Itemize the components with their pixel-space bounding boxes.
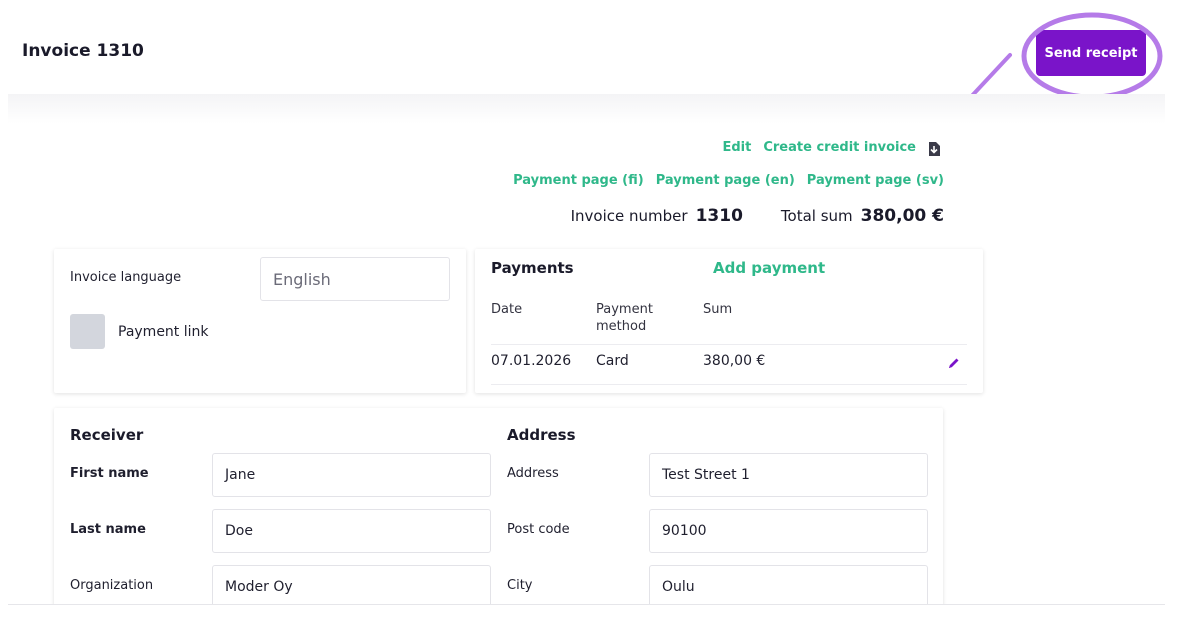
address-field[interactable]: Test Street 1 xyxy=(649,453,928,497)
edit-link[interactable]: Edit xyxy=(723,140,752,155)
payment-page-en-link[interactable]: Payment page (en) xyxy=(656,173,795,188)
column-header-payment-method: Payment method xyxy=(596,302,653,334)
payment-page-sv-link[interactable]: Payment page (sv) xyxy=(807,173,944,188)
organization-field[interactable]: Moder Oy xyxy=(212,565,491,604)
add-payment-link[interactable]: Add payment xyxy=(713,259,825,277)
invoice-number-label: Invoice number xyxy=(570,207,688,225)
payment-link-label: Payment link xyxy=(118,324,209,340)
create-credit-invoice-link[interactable]: Create credit invoice xyxy=(763,140,916,155)
send-receipt-button[interactable]: Send receipt xyxy=(1036,30,1146,76)
payment-date: 07.01.2026 xyxy=(491,353,572,369)
column-header-sum: Sum xyxy=(703,302,733,317)
payment-method: Card xyxy=(596,353,629,369)
organization-label: Organization xyxy=(70,578,154,593)
address-title: Address xyxy=(507,426,576,444)
invoice-content: Edit Create credit invoice Payment page … xyxy=(8,94,1165,604)
payments-card: Payments Add payment Date Payment method… xyxy=(475,249,983,393)
total-sum-label: Total sum xyxy=(780,207,853,225)
payment-page-links: Payment page (fi) Payment page (en) Paym… xyxy=(513,173,944,188)
invoice-language-select[interactable]: English xyxy=(260,257,450,301)
invoice-actions: Edit Create credit invoice xyxy=(723,140,940,156)
post-code-label: Post code xyxy=(507,522,570,537)
column-header-date: Date xyxy=(491,302,523,317)
post-code-field[interactable]: 90100 xyxy=(649,509,928,553)
total-sum-value: 380,00 € xyxy=(860,206,944,226)
payment-page-fi-link[interactable]: Payment page (fi) xyxy=(513,173,644,188)
invoice-language-label: Invoice language xyxy=(70,270,182,285)
pencil-icon[interactable] xyxy=(947,355,961,369)
city-label: City xyxy=(507,578,533,593)
city-field[interactable]: Oulu xyxy=(649,565,928,604)
invoice-number-value: 1310 xyxy=(695,206,743,226)
payment-sum: 380,00 € xyxy=(703,353,766,369)
invoice-totals: Invoice number 1310 Total sum 380,00 € xyxy=(571,206,944,226)
last-name-label: Last name xyxy=(70,522,146,537)
page-title: Invoice 1310 xyxy=(22,41,144,61)
payment-link-checkbox[interactable] xyxy=(70,314,105,349)
address-label: Address xyxy=(507,466,559,481)
first-name-field[interactable]: Jane xyxy=(212,453,491,497)
first-name-label: First name xyxy=(70,466,149,481)
bottom-divider xyxy=(8,604,1165,605)
receiver-title: Receiver xyxy=(70,426,144,444)
payments-title: Payments xyxy=(491,259,574,277)
last-name-field[interactable]: Doe xyxy=(212,509,491,553)
receiver-address-card: Receiver Address First name Jane Address… xyxy=(54,408,943,604)
language-card: Invoice language English Payment link xyxy=(54,249,466,393)
download-icon[interactable] xyxy=(928,141,940,156)
